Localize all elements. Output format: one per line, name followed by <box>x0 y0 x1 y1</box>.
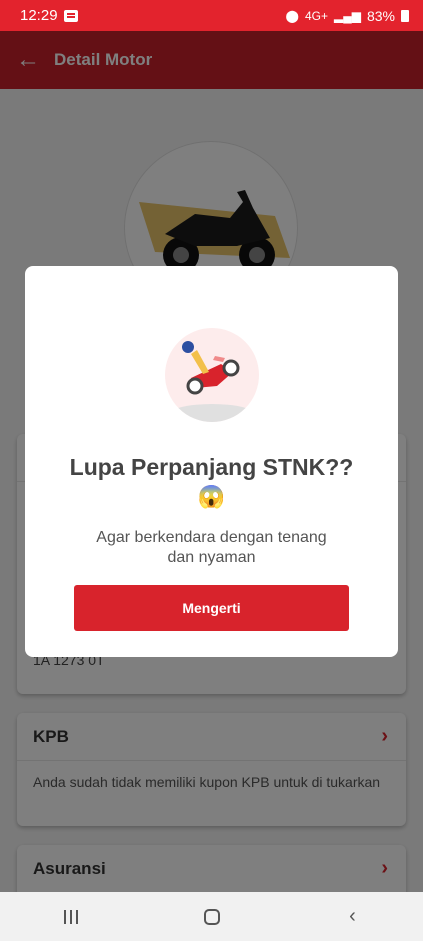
dialog-title: Lupa Perpanjang STNK?? <box>69 454 354 480</box>
home-button[interactable] <box>182 897 242 937</box>
network-type: 4G+ <box>304 8 328 23</box>
message-notification-icon <box>63 9 78 22</box>
back-icon: ‹ <box>349 905 356 927</box>
scream-emoji-icon: 😱 <box>197 484 226 509</box>
stnk-reminder-dialog: Lupa Perpanjang STNK?? 😱 Agar berkendara… <box>25 266 398 657</box>
battery-percent: 83% <box>366 7 395 24</box>
scooter-rider-icon <box>170 341 254 422</box>
battery-icon <box>401 9 409 22</box>
mengerti-button[interactable]: Mengerti <box>74 585 349 631</box>
status-right: ⬤ 4G+ ▂▄▆ 83% <box>286 8 409 24</box>
recent-apps-button[interactable] <box>41 897 101 937</box>
scooter-rider-illustration <box>165 328 259 422</box>
status-time: 12:29 <box>20 7 58 24</box>
home-icon <box>203 908 220 925</box>
signal-icon: ▂▄▆ <box>334 8 361 23</box>
status-left: 12:29 <box>20 7 78 24</box>
recent-apps-icon <box>63 909 78 924</box>
system-nav-bar: ‹ <box>0 892 423 941</box>
back-button[interactable]: ‹ <box>323 897 383 937</box>
dialog-message: Agar berkendara dengan tenang dan nyaman <box>96 529 327 566</box>
status-bar: 12:29 ⬤ 4G+ ▂▄▆ 83% <box>0 0 423 31</box>
location-icon: ⬤ <box>285 8 299 23</box>
